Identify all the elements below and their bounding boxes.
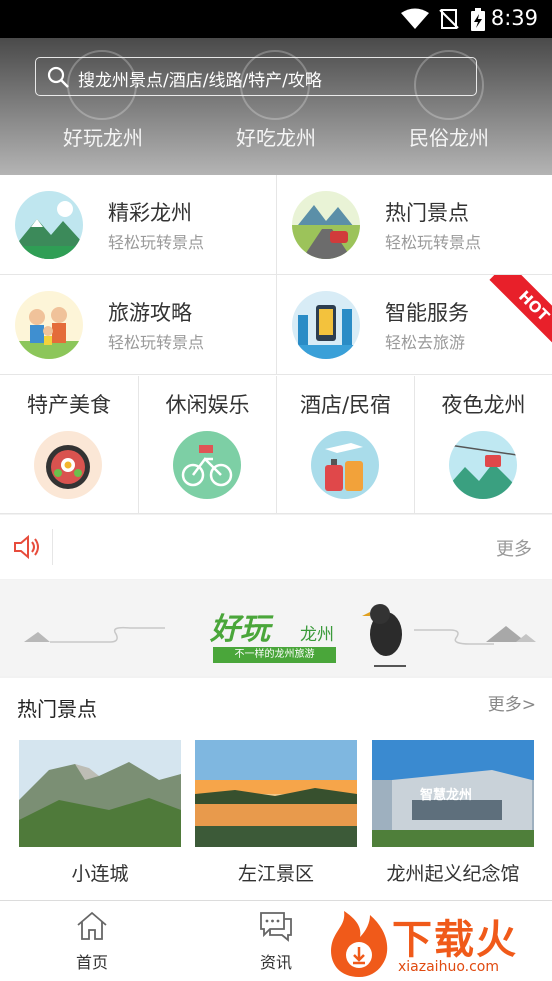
tile-title: 旅游攻略 bbox=[108, 301, 192, 325]
family-icon bbox=[15, 291, 83, 359]
search-icon bbox=[47, 66, 69, 88]
bird-icon bbox=[362, 604, 406, 667]
nav-label: 资讯 bbox=[259, 953, 292, 972]
scenic-photo: 智慧龙州 bbox=[372, 740, 534, 847]
tile-subtitle: 轻松玩转景点 bbox=[108, 333, 205, 352]
wifi-icon bbox=[401, 8, 429, 29]
home-icon bbox=[77, 911, 107, 940]
scenic-photo bbox=[19, 740, 181, 847]
tile-travel-guide[interactable]: 旅游攻略 轻松玩转景点 bbox=[0, 275, 276, 375]
banner-subtitle: 龙州 bbox=[300, 625, 334, 645]
scenic-photo bbox=[195, 740, 357, 847]
promo-banner[interactable]: 好玩 龙州 不一样的龙州旅游 bbox=[0, 580, 552, 676]
tile-title: 精彩龙州 bbox=[108, 201, 192, 225]
service-columns: 特产美食 休闲娱乐 酒店/民宿 夜色龙州 bbox=[0, 376, 552, 514]
watermark-url: xiazaihuo.com bbox=[398, 959, 499, 975]
bicycle-icon bbox=[173, 431, 241, 499]
section-heading: 热门景点 bbox=[17, 697, 97, 721]
speaker-icon bbox=[14, 534, 39, 560]
food-bowl-icon bbox=[34, 431, 102, 499]
service-specialty-food[interactable]: 特产美食 bbox=[0, 376, 138, 514]
search-input[interactable]: 搜龙州景点/酒店/线路/特产/攻略 bbox=[35, 57, 477, 96]
service-hotel[interactable]: 酒店/民宿 bbox=[276, 376, 414, 514]
scenic-name: 左江景区 bbox=[237, 863, 314, 885]
scenic-card[interactable]: 智慧龙州 龙州起义纪念馆 bbox=[372, 740, 534, 886]
service-label: 特产美食 bbox=[27, 393, 111, 417]
scenic-name: 小连城 bbox=[71, 863, 129, 885]
nav-home[interactable]: 首页 bbox=[47, 909, 137, 973]
cable-car-icon bbox=[449, 431, 517, 499]
no-signal-icon bbox=[439, 9, 459, 29]
status-time: 8:39 bbox=[490, 6, 538, 30]
watermark-text: 下载火 bbox=[392, 917, 518, 963]
tile-subtitle: 轻松玩转景点 bbox=[385, 233, 482, 252]
tile-hot-scenic[interactable]: 热门景点 轻松玩转景点 bbox=[276, 175, 552, 275]
road-trip-icon bbox=[292, 191, 360, 259]
hero-header: 好玩龙州 好吃龙州 民俗龙州 搜龙州景点/酒店/线路/特产/攻略 bbox=[0, 38, 552, 175]
scenic-card[interactable]: 小连城 bbox=[19, 740, 181, 886]
tile-subtitle: 轻松去旅游 bbox=[385, 333, 466, 352]
scenic-card[interactable]: 左江景区 bbox=[195, 740, 357, 886]
battery-charging-icon bbox=[471, 8, 485, 31]
tile-highlights[interactable]: 精彩龙州 轻松玩转景点 bbox=[0, 175, 276, 275]
tile-subtitle: 轻松玩转景点 bbox=[108, 233, 205, 252]
hot-badge: HOT bbox=[482, 275, 552, 345]
search-placeholder: 搜龙州景点/酒店/线路/特产/攻略 bbox=[78, 71, 322, 91]
nav-label: 首页 bbox=[75, 953, 108, 972]
service-leisure[interactable]: 休闲娱乐 bbox=[138, 376, 276, 514]
decorative-hill-right bbox=[414, 626, 536, 645]
banner-tagline: 不一样的龙州旅游 bbox=[213, 647, 336, 663]
hero-category-food[interactable]: 好吃龙州 bbox=[191, 122, 361, 151]
decorative-hill-left bbox=[24, 626, 165, 643]
service-night-view[interactable]: 夜色龙州 bbox=[414, 376, 552, 514]
tile-title: 热门景点 bbox=[385, 201, 469, 225]
tile-title: 智能服务 bbox=[385, 301, 469, 325]
nav-news[interactable]: 资讯 bbox=[231, 909, 321, 973]
hot-scenic-section: 热门景点 更多> 小连城 左江景区 智慧龙州 龙州起义纪念馆 bbox=[0, 678, 552, 900]
service-label: 夜色龙州 bbox=[441, 393, 526, 417]
feature-tiles: 精彩龙州 轻松玩转景点 热门景点 轻松玩转景点 旅游攻略 轻松玩转景点 智能服务… bbox=[0, 175, 552, 376]
flame-logo-icon bbox=[331, 911, 388, 977]
tile-smart-service[interactable]: 智能服务 轻松去旅游 HOT bbox=[276, 275, 552, 375]
scenic-photo-text: 智慧龙州 bbox=[420, 788, 473, 803]
scenic-name: 龙州起义纪念馆 bbox=[386, 863, 520, 885]
watermark-logo: 下载火 xiazaihuo.com bbox=[326, 905, 552, 981]
luggage-icon bbox=[311, 431, 379, 499]
divider bbox=[52, 529, 53, 565]
chat-icon bbox=[260, 912, 292, 942]
notice-bar: 更多 bbox=[0, 515, 552, 579]
status-bar: 8:39 bbox=[0, 0, 552, 38]
hero-category-play[interactable]: 好玩龙州 bbox=[18, 122, 188, 151]
hot-badge-label: HOT bbox=[489, 275, 552, 345]
mountain-icon bbox=[15, 191, 83, 259]
service-label: 休闲娱乐 bbox=[165, 393, 250, 417]
notice-more-link[interactable]: 更多 bbox=[496, 535, 532, 561]
service-label: 酒店/民宿 bbox=[299, 393, 392, 417]
scenic-more-link[interactable]: 更多> bbox=[488, 690, 536, 715]
banner-title: 好玩 bbox=[210, 612, 270, 647]
smart-city-icon bbox=[292, 291, 360, 359]
hero-category-folk[interactable]: 民俗龙州 bbox=[364, 122, 534, 151]
